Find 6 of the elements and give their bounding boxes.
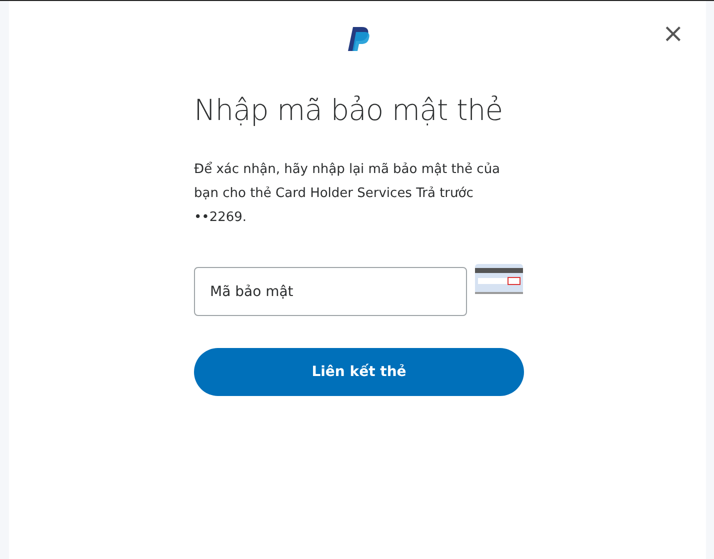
instruction-text: Để xác nhận, hãy nhập lại mã bảo mật thẻ của bạn cho thẻ Card Holder Services Trả trước ••2269.: [194, 160, 502, 227]
link-card-button[interactable]: Liên kết thẻ: [194, 348, 524, 396]
dialog-title: Nhập mã bảo mật thẻ: [194, 93, 504, 127]
security-code-field[interactable]: Mã bảo mật: [194, 267, 467, 316]
card-back-icon: [475, 264, 523, 294]
close-button[interactable]: ×: [658, 21, 688, 47]
